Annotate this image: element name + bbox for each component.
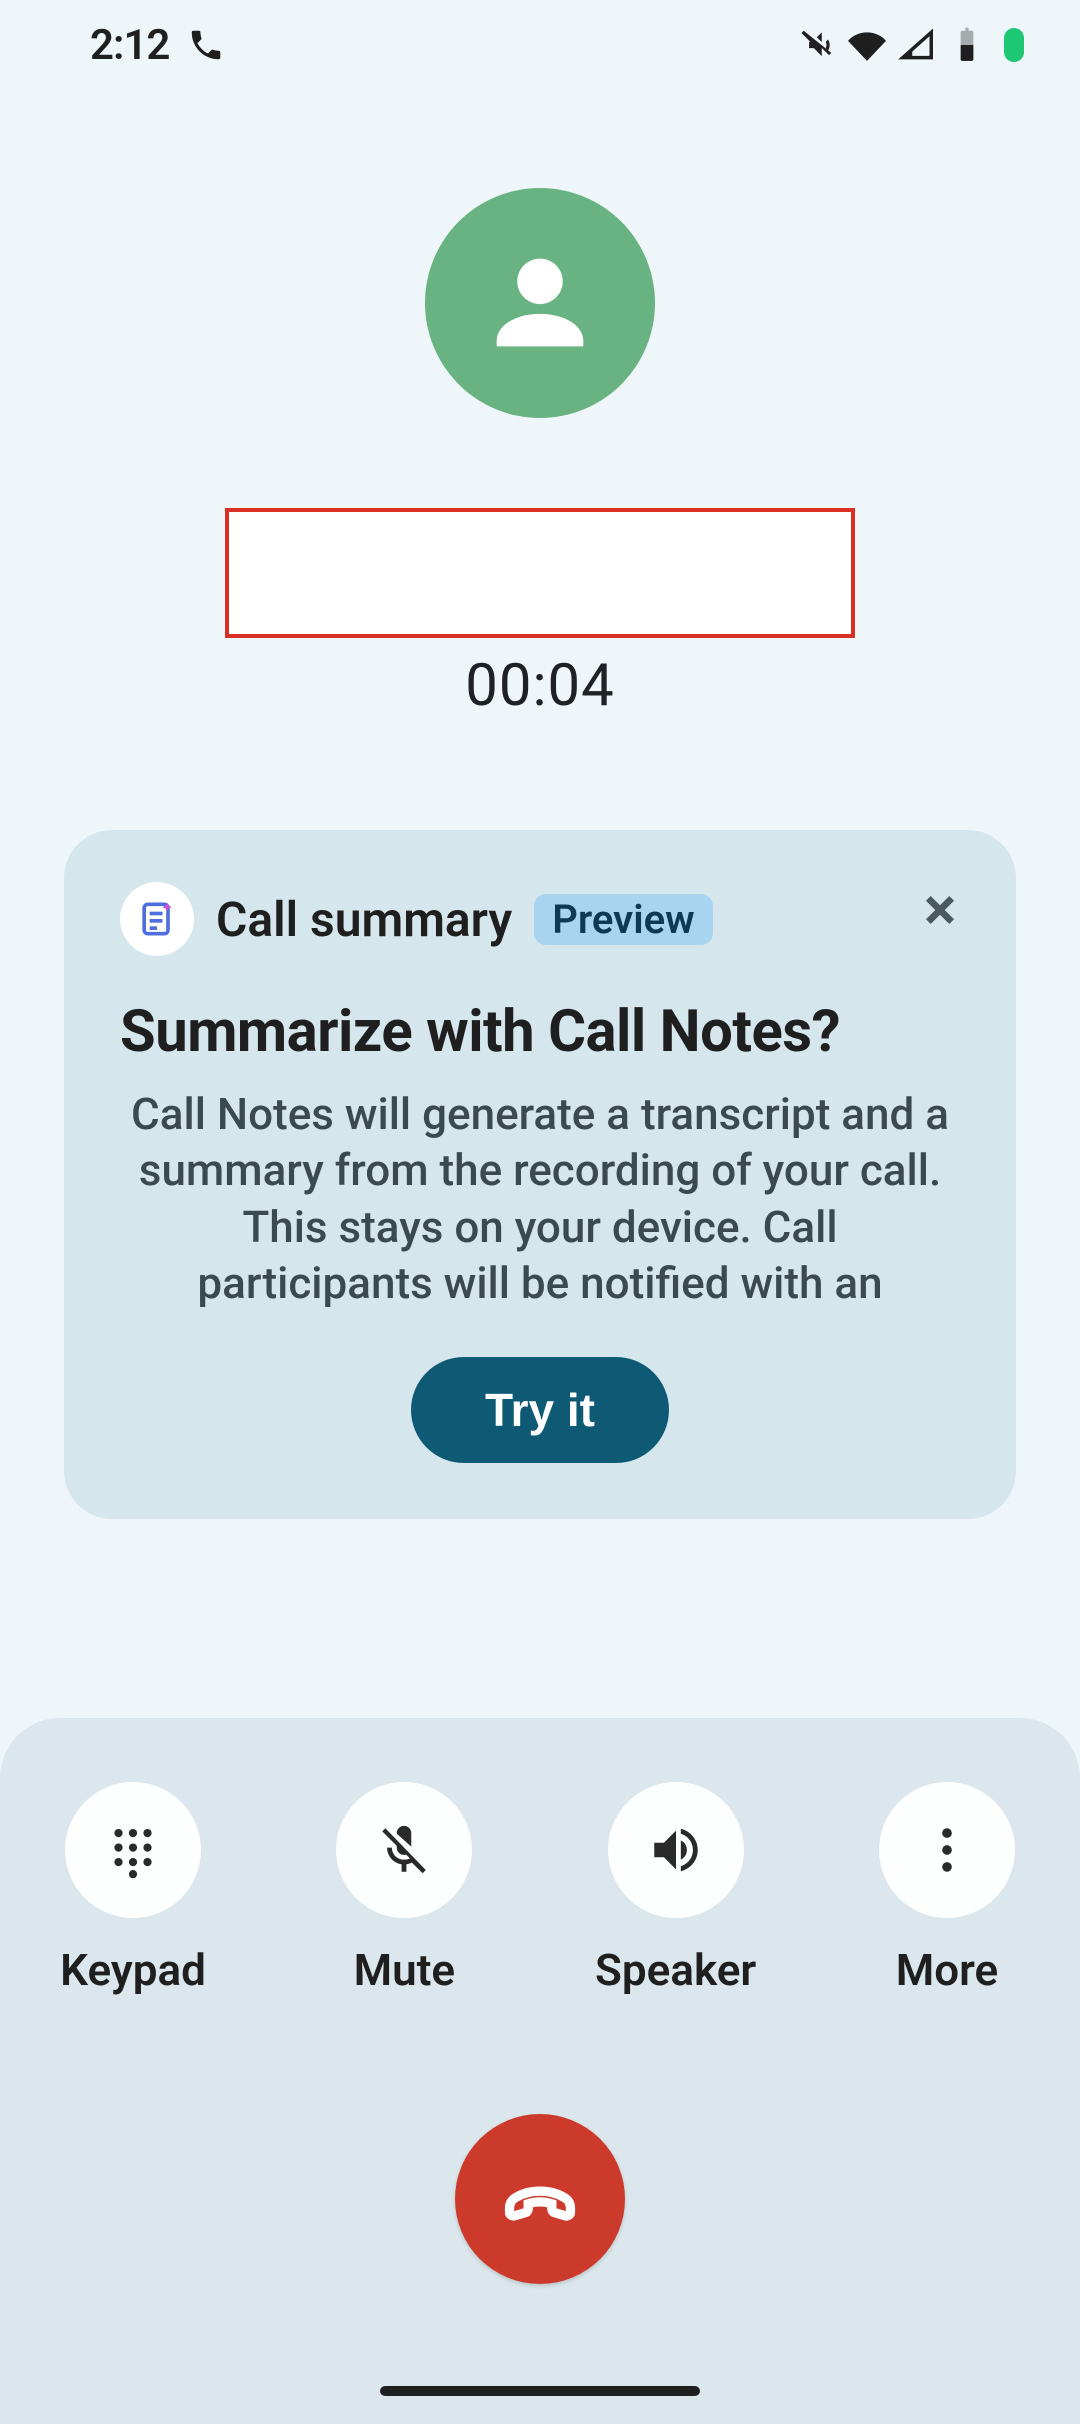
mic-off-icon [375,1821,433,1879]
speaker-button[interactable] [608,1782,744,1918]
card-chip-title: Call summary [216,891,512,948]
person-icon [475,238,605,368]
status-time: 2:12 [90,21,169,70]
more-button[interactable] [879,1782,1015,1918]
card-heading: Summarize with Call Notes? [120,998,960,1066]
contact-name-redacted [225,508,855,638]
status-right [798,26,1024,64]
mute-button[interactable] [336,1782,472,1918]
cellular-signal-icon [898,26,936,64]
keypad-button[interactable] [65,1782,201,1918]
more-vert-icon [918,1821,976,1879]
contact-avatar [425,188,655,418]
call-controls-row: Keypad Mute Speaker [48,1782,1032,1996]
close-card-button[interactable] [916,886,964,934]
call-duration: 00:04 [0,652,1080,720]
status-bar: 2:12 [0,0,1080,90]
navigation-bar-handle[interactable] [380,2386,700,2396]
keypad-label: Keypad [60,1944,206,1996]
wifi-icon [848,26,886,64]
more-label: More [896,1944,999,1996]
mute-label: Mute [354,1944,456,1996]
mute-control: Mute [329,1782,479,1996]
call-summary-icon [120,882,194,956]
call-controls-panel: Keypad Mute Speaker [0,1718,1080,2424]
hangup-icon [497,2156,583,2242]
phone-icon [187,26,225,64]
hangup-wrap [48,2114,1032,2284]
try-it-button[interactable]: Try it [411,1357,669,1463]
card-header: Call summary Preview [120,882,960,956]
battery-dot-icon [1004,28,1024,62]
call-summary-card: Call summary Preview Summarize with Call… [64,830,1016,1519]
keypad-control: Keypad [58,1782,208,1996]
status-left: 2:12 [90,21,225,70]
close-icon [920,890,960,930]
speaker-control: Speaker [601,1782,751,1996]
more-control: More [872,1782,1022,1996]
contact-avatar-wrap [0,188,1080,418]
card-body-text: Call Notes will generate a transcript an… [120,1086,960,1311]
hangup-button[interactable] [455,2114,625,2284]
battery-icon [948,26,986,64]
keypad-icon [104,1821,162,1879]
speaker-icon [647,1821,705,1879]
vibrate-mute-icon [798,26,836,64]
speaker-label: Speaker [595,1944,756,1996]
preview-badge: Preview [534,894,712,945]
